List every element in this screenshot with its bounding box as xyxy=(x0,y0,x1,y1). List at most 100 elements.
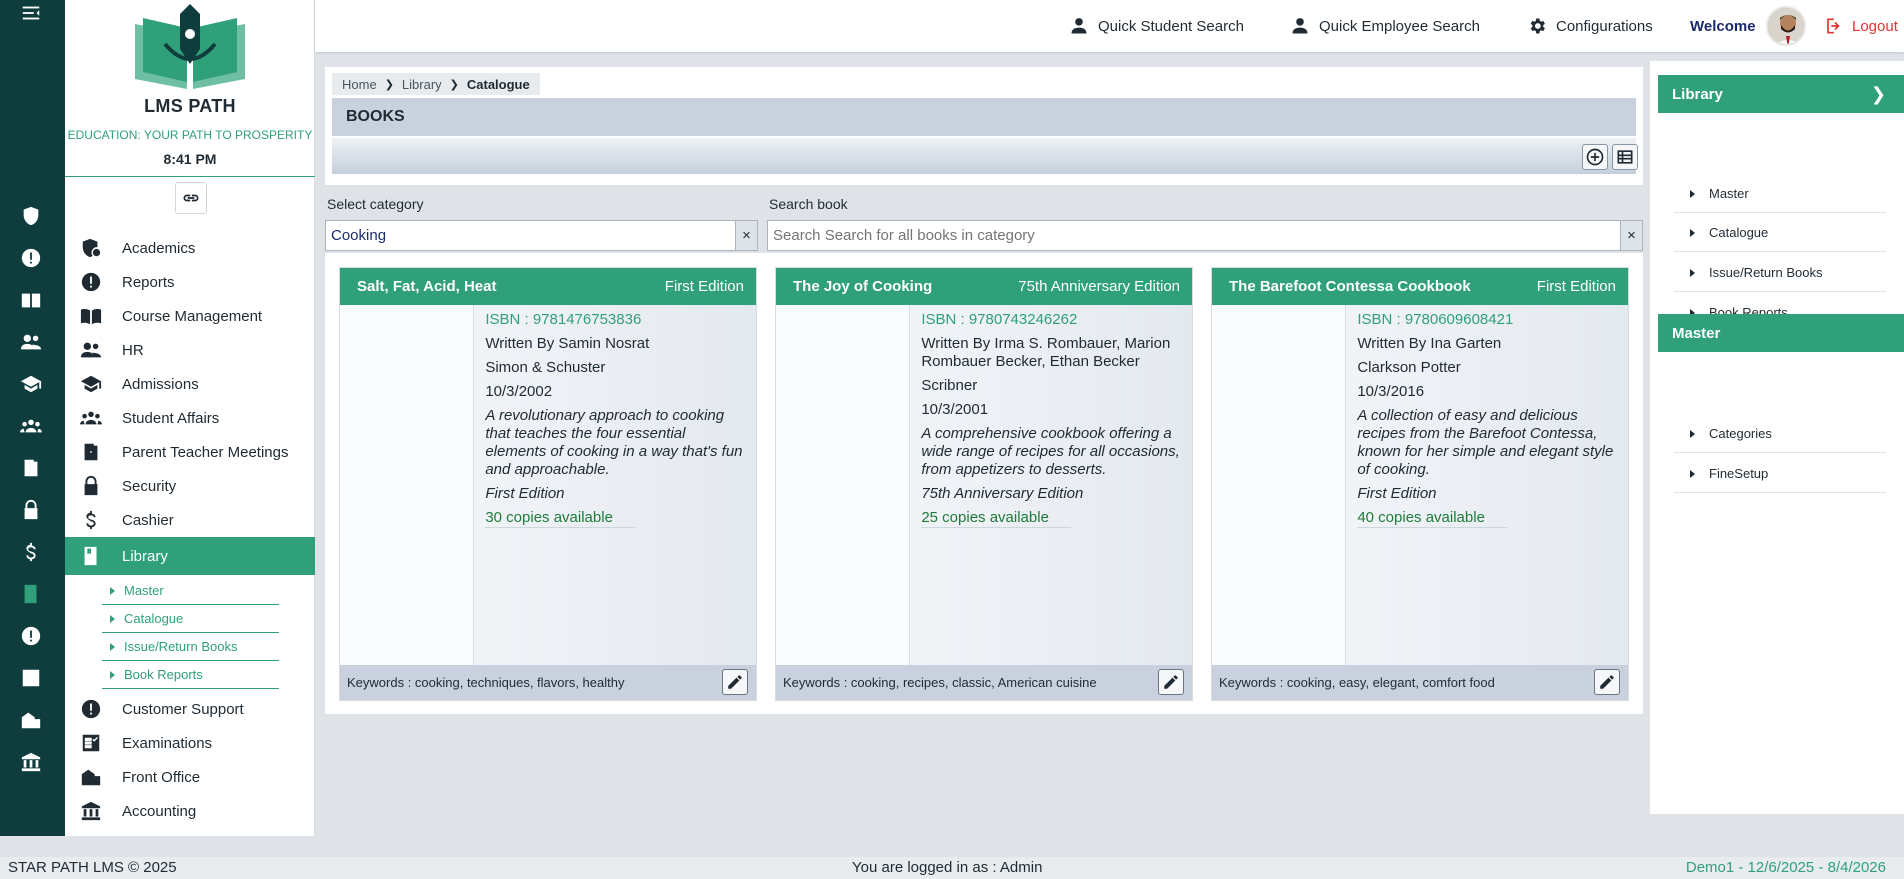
book-publisher: Clarkson Potter xyxy=(1357,359,1461,376)
nav-item-admissions[interactable]: Admissions xyxy=(65,367,315,401)
main-header-panel: Home ❯ Library ❯ Catalogue BOOKS xyxy=(325,67,1643,185)
current-time: 8:41 PM xyxy=(163,151,217,167)
book-isbn: ISBN : 9780609608421 xyxy=(1357,311,1514,328)
rail-library-icon[interactable] xyxy=(18,581,44,607)
menu-toggle-icon[interactable] xyxy=(18,0,44,26)
rail-security-icon[interactable] xyxy=(18,497,44,523)
people-icon xyxy=(80,342,102,358)
rail-examinations-icon[interactable] xyxy=(18,665,44,691)
nav-item-label: Cashier xyxy=(122,511,174,529)
book-card-header: The Joy of Cooking 75th Anniversary Edit… xyxy=(776,268,1192,305)
nav-item-customer-support[interactable]: Customer Support xyxy=(65,692,315,726)
book-card-footer: Keywords : cooking, techniques, flavors,… xyxy=(340,665,756,700)
category-clear-button[interactable]: × xyxy=(735,221,757,250)
nav-item-label: Customer Support xyxy=(122,700,244,718)
nav-item-security[interactable]: Security xyxy=(65,469,315,503)
right-master-categories[interactable]: Categories xyxy=(1674,415,1886,453)
library-sub-book-reports[interactable]: Book Reports xyxy=(102,661,279,689)
nav-item-student-affairs[interactable]: Student Affairs xyxy=(65,401,315,435)
book-card[interactable]: Salt, Fat, Acid, Heat First Edition ISBN… xyxy=(339,267,757,701)
book-card-footer: Keywords : cooking, easy, elegant, comfo… xyxy=(1212,665,1628,700)
search-label: Search book xyxy=(769,196,848,212)
list-view-button[interactable] xyxy=(1612,144,1638,170)
brand-name: LMS PATH xyxy=(144,96,236,116)
alert-icon xyxy=(81,272,101,292)
nav-item-accounting[interactable]: Accounting xyxy=(65,794,315,828)
nav-item-hr[interactable]: HR xyxy=(65,333,315,367)
book-edition-note: First Edition xyxy=(485,485,565,502)
book-edition: First Edition xyxy=(1536,278,1616,295)
book-card-header: The Barefoot Contessa Cookbook First Edi… xyxy=(1212,268,1628,305)
right-master-finesetup[interactable]: FineSetup xyxy=(1674,455,1886,493)
nav-item-reports[interactable]: Reports xyxy=(65,265,315,299)
nav-item-label: Reports xyxy=(122,273,175,291)
book-author: Written By Ina Garten xyxy=(1357,335,1502,352)
book-cards-panel: Salt, Fat, Acid, Heat First Edition ISBN… xyxy=(325,253,1643,714)
avatar[interactable] xyxy=(1766,6,1806,46)
quick-student-search-button[interactable]: Quick Student Search xyxy=(1069,0,1244,52)
add-book-button[interactable] xyxy=(1582,144,1608,170)
category-input[interactable] xyxy=(326,221,735,250)
library-sub-issue-return[interactable]: Issue/Return Books xyxy=(102,633,279,661)
rail-cashier-icon[interactable] xyxy=(18,539,44,565)
rail-admissions-icon[interactable] xyxy=(18,371,44,397)
book-date: 10/3/2001 xyxy=(921,401,989,418)
book-isbn: ISBN : 9781476753836 xyxy=(485,311,642,328)
edit-book-button[interactable] xyxy=(722,669,748,695)
right-library-catalogue[interactable]: Catalogue xyxy=(1674,214,1886,252)
nav-item-library[interactable]: Library xyxy=(65,537,315,575)
edit-book-button[interactable] xyxy=(1594,669,1620,695)
nav-item-label: Course Management xyxy=(122,307,263,325)
book-date: 10/3/2002 xyxy=(485,383,553,400)
nav-item-parent-teacher-meetings[interactable]: Parent Teacher Meetings xyxy=(65,435,315,469)
rail-support-icon[interactable] xyxy=(18,623,44,649)
right-library-master[interactable]: Master xyxy=(1674,175,1886,213)
brand-tagline: EDUCATION: YOUR PATH TO PROSPERITY xyxy=(67,128,313,142)
rail-front-office-icon[interactable] xyxy=(18,707,44,733)
nav-item-label: HR xyxy=(122,341,144,359)
list-icon xyxy=(1617,150,1633,164)
book-icon xyxy=(84,546,97,566)
building-icon xyxy=(81,769,101,786)
icon-rail xyxy=(0,0,65,836)
nav-item-front-office[interactable]: Front Office xyxy=(65,760,315,794)
breadcrumb-home[interactable]: Home xyxy=(342,77,377,92)
book-cover-image xyxy=(776,305,911,667)
book-isbn: ISBN : 9780743246262 xyxy=(921,311,1078,328)
book-publisher: Scribner xyxy=(921,377,978,394)
top-bar: Quick Student Search Quick Employee Sear… xyxy=(315,0,1904,52)
search-clear-button[interactable]: × xyxy=(1620,221,1642,250)
master-panel-header[interactable]: Master xyxy=(1658,314,1904,352)
rail-hr-icon[interactable] xyxy=(18,329,44,355)
library-sub-catalogue[interactable]: Catalogue xyxy=(102,605,279,633)
rail-course-icon[interactable] xyxy=(18,287,44,313)
nav-item-cashier[interactable]: Cashier xyxy=(65,503,315,537)
nav-item-label: Accounting xyxy=(122,802,197,820)
category-select[interactable]: × xyxy=(325,220,758,251)
nav-item-course-management[interactable]: Course Management xyxy=(65,299,315,333)
book-card[interactable]: The Joy of Cooking 75th Anniversary Edit… xyxy=(775,267,1193,701)
quick-employee-search-button[interactable]: Quick Employee Search xyxy=(1290,0,1480,52)
rail-reports-icon[interactable] xyxy=(18,245,44,271)
person-icon xyxy=(1071,18,1087,34)
search-input[interactable] xyxy=(768,221,1620,250)
logout-button[interactable]: Logout xyxy=(1823,0,1898,52)
search-field[interactable]: × xyxy=(767,220,1643,251)
rail-academics-icon[interactable] xyxy=(18,203,44,229)
book-card[interactable]: The Barefoot Contessa Cookbook First Edi… xyxy=(1211,267,1629,701)
rail-ptm-icon[interactable] xyxy=(18,455,44,481)
nav-item-academics[interactable]: Academics xyxy=(65,231,315,265)
breadcrumb: Home ❯ Library ❯ Catalogue xyxy=(332,73,540,95)
group-icon xyxy=(80,411,102,425)
nav-item-label: Examinations xyxy=(122,734,213,752)
link-button[interactable] xyxy=(175,182,207,214)
library-sub-master[interactable]: Master xyxy=(102,577,279,605)
right-library-issue-return[interactable]: Issue/Return Books xyxy=(1674,254,1886,292)
configurations-button[interactable]: Configurations xyxy=(1527,0,1653,52)
library-panel-header[interactable]: Library ❯ xyxy=(1658,75,1904,113)
rail-student-affairs-icon[interactable] xyxy=(18,413,44,439)
edit-book-button[interactable] xyxy=(1158,669,1184,695)
rail-accounting-icon[interactable] xyxy=(18,749,44,775)
nav-item-examinations[interactable]: Examinations xyxy=(65,726,315,760)
breadcrumb-library[interactable]: Library xyxy=(402,77,442,92)
